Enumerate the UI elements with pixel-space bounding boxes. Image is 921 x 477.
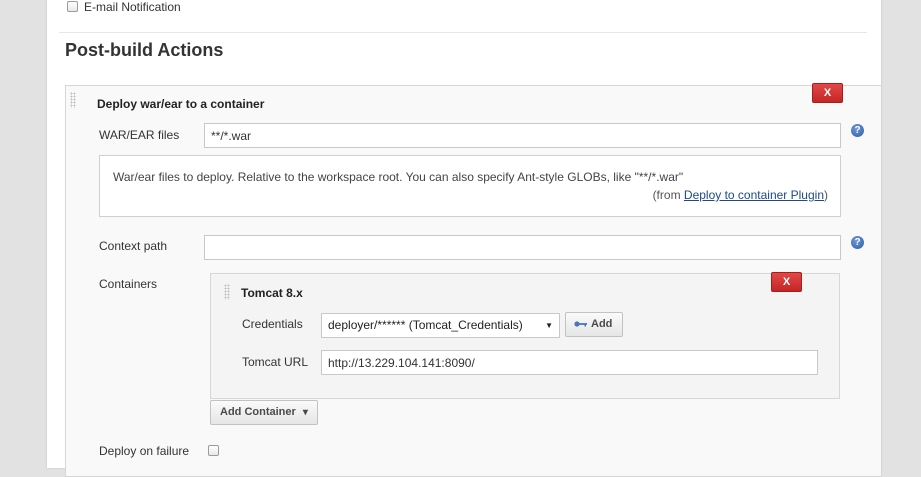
help-source-prefix: (from (652, 188, 684, 202)
add-container-button[interactable]: Add Container ▾ (210, 400, 318, 425)
tomcat-url-input[interactable] (321, 350, 818, 375)
drag-handle[interactable] (70, 92, 76, 108)
containers-label: Containers (99, 277, 158, 291)
section-divider (59, 32, 867, 33)
deploy-block-title: Deploy war/ear to a container (97, 97, 265, 111)
help-icon[interactable]: ? (851, 124, 864, 137)
dropdown-arrow-icon: ▼ (545, 321, 553, 330)
credentials-value: deployer/****** (Tomcat_Credentials) (328, 318, 523, 332)
add-credentials-label: Add (591, 318, 613, 330)
help-source: (from Deploy to container Plugin) (653, 188, 828, 202)
help-source-suffix: ) (824, 188, 828, 202)
email-notification-label: E-mail Notification (84, 0, 181, 14)
job-config-page: E-mail Notification Post-build Actions X… (47, 0, 882, 477)
caret-down-icon: ▾ (302, 407, 308, 418)
credentials-label: Credentials (242, 317, 303, 331)
help-icon[interactable]: ? (851, 236, 864, 249)
context-path-input[interactable] (204, 235, 841, 260)
section-title: Post-build Actions (65, 40, 224, 60)
war-files-help-text: War/ear files to deploy. Relative to the… (113, 170, 684, 184)
drag-handle[interactable] (224, 284, 230, 300)
delete-deploy-button[interactable]: X (812, 83, 843, 103)
key-icon (574, 321, 587, 327)
tomcat-url-label: Tomcat URL (242, 355, 309, 369)
container-title: Tomcat 8.x (241, 286, 303, 300)
add-credentials-button[interactable]: Add (565, 312, 623, 337)
plugin-link[interactable]: Deploy to container Plugin (684, 188, 824, 202)
credentials-select[interactable]: deployer/****** (Tomcat_Credentials) ▼ (321, 313, 560, 338)
context-path-label: Context path (99, 239, 168, 253)
war-files-input[interactable] (204, 123, 841, 148)
war-files-label: WAR/EAR files (99, 128, 180, 142)
add-container-label: Add Container (220, 406, 296, 418)
war-files-help-box: War/ear files to deploy. Relative to the… (99, 155, 841, 217)
deploy-on-failure-label: Deploy on failure (99, 444, 190, 458)
deploy-on-failure-checkbox[interactable] (208, 445, 219, 456)
email-notification-checkbox[interactable] (67, 1, 78, 12)
delete-container-button[interactable]: X (771, 272, 802, 292)
